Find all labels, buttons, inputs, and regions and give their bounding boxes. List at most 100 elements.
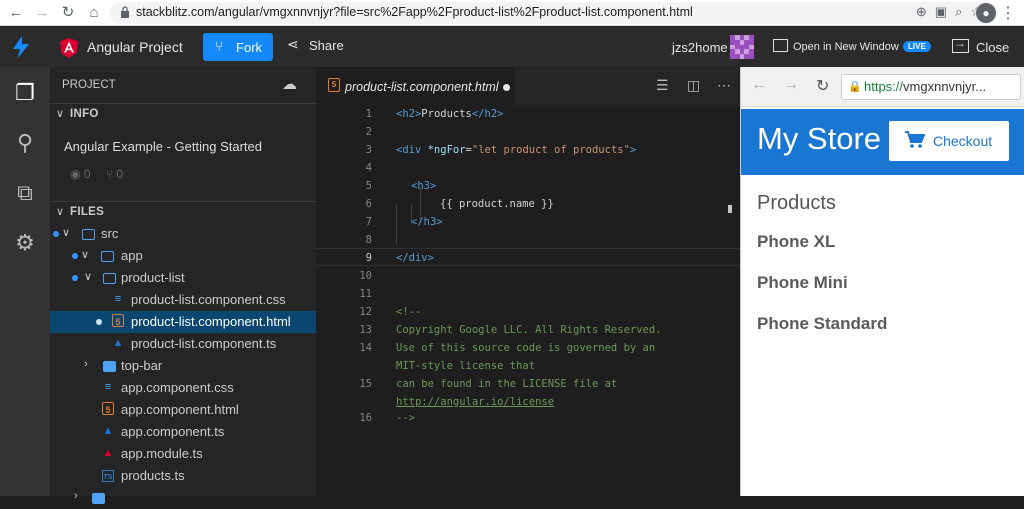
product-name: Phone Standard — [757, 314, 888, 333]
browser-chrome: ← → ↻ ⌂ stackblitz.com/angular/vmgxnnvnj… — [0, 0, 1024, 26]
translate-icon[interactable]: ▣ — [935, 4, 955, 19]
preview-url-input[interactable]: 🔒 https://vmgxnnvnjyr... — [841, 74, 1021, 100]
project-sidebar: PROJECT ☁ ∨ INFO Angular Example - Getti… — [50, 67, 316, 504]
html-file-icon: 5 — [112, 314, 124, 327]
folder-open-icon — [103, 273, 116, 284]
project-name[interactable]: Angular Project — [87, 39, 183, 55]
add-icon[interactable]: ⊕ — [916, 4, 935, 19]
tree-row-partial[interactable]: › — [50, 487, 316, 509]
code-line[interactable]: </div> — [396, 252, 434, 264]
address-url[interactable]: stackblitz.com/angular/vmgxnnvnjyr?file=… — [136, 5, 693, 19]
code-line[interactable]: Use of this source code is governed by a… — [396, 342, 655, 354]
username[interactable]: jzs2home — [672, 40, 728, 55]
tree-file-product-list-css[interactable]: ≡ product-list.component.css — [50, 289, 316, 311]
preview-forward-icon[interactable]: → — [783, 76, 799, 94]
tree-file-product-list-ts[interactable]: ▲ product-list.component.ts — [50, 333, 316, 355]
checkout-label: Checkout — [933, 133, 993, 149]
tree-folder-product-list[interactable]: ∨ product-list — [50, 267, 316, 289]
tree-file-product-list-html[interactable]: 5 product-list.component.html — [50, 311, 316, 333]
code-line[interactable]: <h2>Products</h2> — [396, 108, 503, 120]
code-line[interactable]: Copyright Google LLC. All Rights Reserve… — [396, 324, 662, 336]
project-info-title: Angular Example - Getting Started — [64, 139, 262, 154]
code-link[interactable]: http://angular.io/license — [396, 396, 554, 408]
code-line[interactable]: <!-- — [396, 306, 421, 318]
tree-label: products.ts — [121, 468, 185, 483]
back-arrow-icon[interactable]: ← — [6, 3, 26, 23]
tree-file-app-module[interactable]: ▲ app.module.ts — [50, 443, 316, 465]
code-token: > — [629, 144, 637, 156]
code-line[interactable]: </h3> — [411, 216, 443, 228]
download-cloud-icon[interactable]: ☁ — [282, 75, 297, 93]
code-token: </h2> — [471, 108, 504, 120]
account-icon[interactable]: ● — [976, 3, 996, 23]
extensions-icon[interactable]: ⧉ — [11, 179, 39, 207]
line-number: 8 — [365, 234, 372, 246]
modified-dot — [72, 275, 78, 281]
tab-product-list-html[interactable]: 5 product-list.component.html — [316, 67, 514, 105]
search-icon[interactable]: ⚲ — [11, 129, 39, 157]
fork-label: Fork — [236, 40, 262, 55]
tree-file-app-html[interactable]: 5 app.component.html — [50, 399, 316, 421]
share-icon: ⋖ — [287, 36, 299, 52]
format-lines-icon[interactable]: ☰ — [656, 77, 669, 94]
tree-file-app-ts[interactable]: ▲ app.component.ts — [50, 421, 316, 443]
folder-closed-icon — [103, 361, 116, 372]
tree-file-app-css[interactable]: ≡ app.component.css — [50, 377, 316, 399]
preview-back-icon[interactable]: ← — [751, 76, 767, 94]
tree-folder-app[interactable]: ∨ app — [50, 245, 316, 267]
chevron-down-icon: ∨ — [62, 227, 71, 239]
address-bar[interactable]: stackblitz.com/angular/vmgxnnvnjyr?file=… — [110, 2, 998, 24]
typescript-file-icon: TS — [102, 470, 114, 482]
shopping-cart-icon — [905, 131, 925, 148]
files-section-header[interactable]: ∨ FILES — [50, 201, 316, 223]
home-icon[interactable]: ⌂ — [84, 3, 104, 23]
zoom-icon[interactable]: ⌕ — [955, 4, 970, 19]
open-in-new-window-link[interactable]: Open in New Window — [793, 41, 899, 53]
tree-file-products-ts[interactable]: TS products.ts — [50, 465, 316, 487]
settings-gear-icon[interactable]: ⚙ — [11, 229, 39, 257]
tree-folder-top-bar[interactable]: › top-bar — [50, 355, 316, 377]
indent-guide — [396, 205, 397, 245]
user-avatar[interactable] — [730, 35, 754, 59]
close-icon[interactable] — [952, 36, 969, 53]
fork-button[interactable]: ⑂ Fork — [203, 33, 273, 61]
stackblitz-bolt-icon[interactable] — [12, 36, 30, 58]
preview-pane: ← → ↻ 🔒 https://vmgxnnvnjyr... My Store … — [740, 67, 1024, 496]
line-number: 9 — [365, 252, 372, 264]
code-line[interactable]: MIT-style license that — [396, 360, 535, 372]
code-line[interactable]: can be found in the LICENSE file at — [396, 378, 617, 390]
code-line[interactable]: {{ product.name }} — [440, 198, 554, 210]
tree-label: product-list.component.ts — [131, 336, 277, 351]
chevron-down-icon: ∨ — [84, 271, 93, 283]
split-editor-icon[interactable]: ◫ — [687, 77, 700, 94]
open-window-icon[interactable] — [773, 39, 788, 52]
tree-label: product-list.component.html — [131, 314, 291, 329]
close-button[interactable]: Close — [976, 40, 1009, 55]
line-number: 4 — [365, 162, 372, 174]
browser-menu-icon[interactable]: ⋮ — [1000, 3, 1016, 23]
preview-reload-icon[interactable]: ↻ — [816, 76, 829, 96]
chevron-down-icon: ∨ — [81, 249, 90, 261]
line-number: 15 — [359, 378, 372, 390]
stackblitz-topbar: Angular Project ⑂ Fork ⋖ Share jzs2home … — [0, 27, 1024, 67]
css-file-icon: ≡ — [114, 293, 122, 305]
forward-arrow-icon[interactable]: → — [32, 3, 52, 23]
code-line[interactable]: <div *ngFor="let product of products"> — [396, 144, 636, 156]
tree-label: product-list — [121, 270, 185, 285]
line-number: 1 — [365, 108, 372, 120]
tree-folder-src[interactable]: ∨ src — [50, 223, 316, 245]
reload-icon[interactable]: ↻ — [58, 3, 78, 23]
checkout-button[interactable]: Checkout — [889, 121, 1009, 161]
angular-logo-icon — [60, 38, 78, 58]
store-title[interactable]: My Store — [757, 121, 881, 157]
info-section-header[interactable]: ∨ INFO — [50, 103, 316, 125]
code-line[interactable]: <h3> — [411, 180, 436, 192]
code-line[interactable]: --> — [396, 412, 415, 424]
folder-open-icon — [101, 251, 114, 262]
unsaved-dot — [503, 84, 510, 91]
more-actions-icon[interactable]: ⋯ — [717, 77, 731, 94]
files-icon[interactable]: ❐ — [11, 79, 39, 107]
lock-icon: 🔒 — [848, 81, 862, 93]
chevron-down-icon: ∨ — [56, 108, 65, 120]
store-top-bar: My Store Checkout — [741, 109, 1024, 175]
